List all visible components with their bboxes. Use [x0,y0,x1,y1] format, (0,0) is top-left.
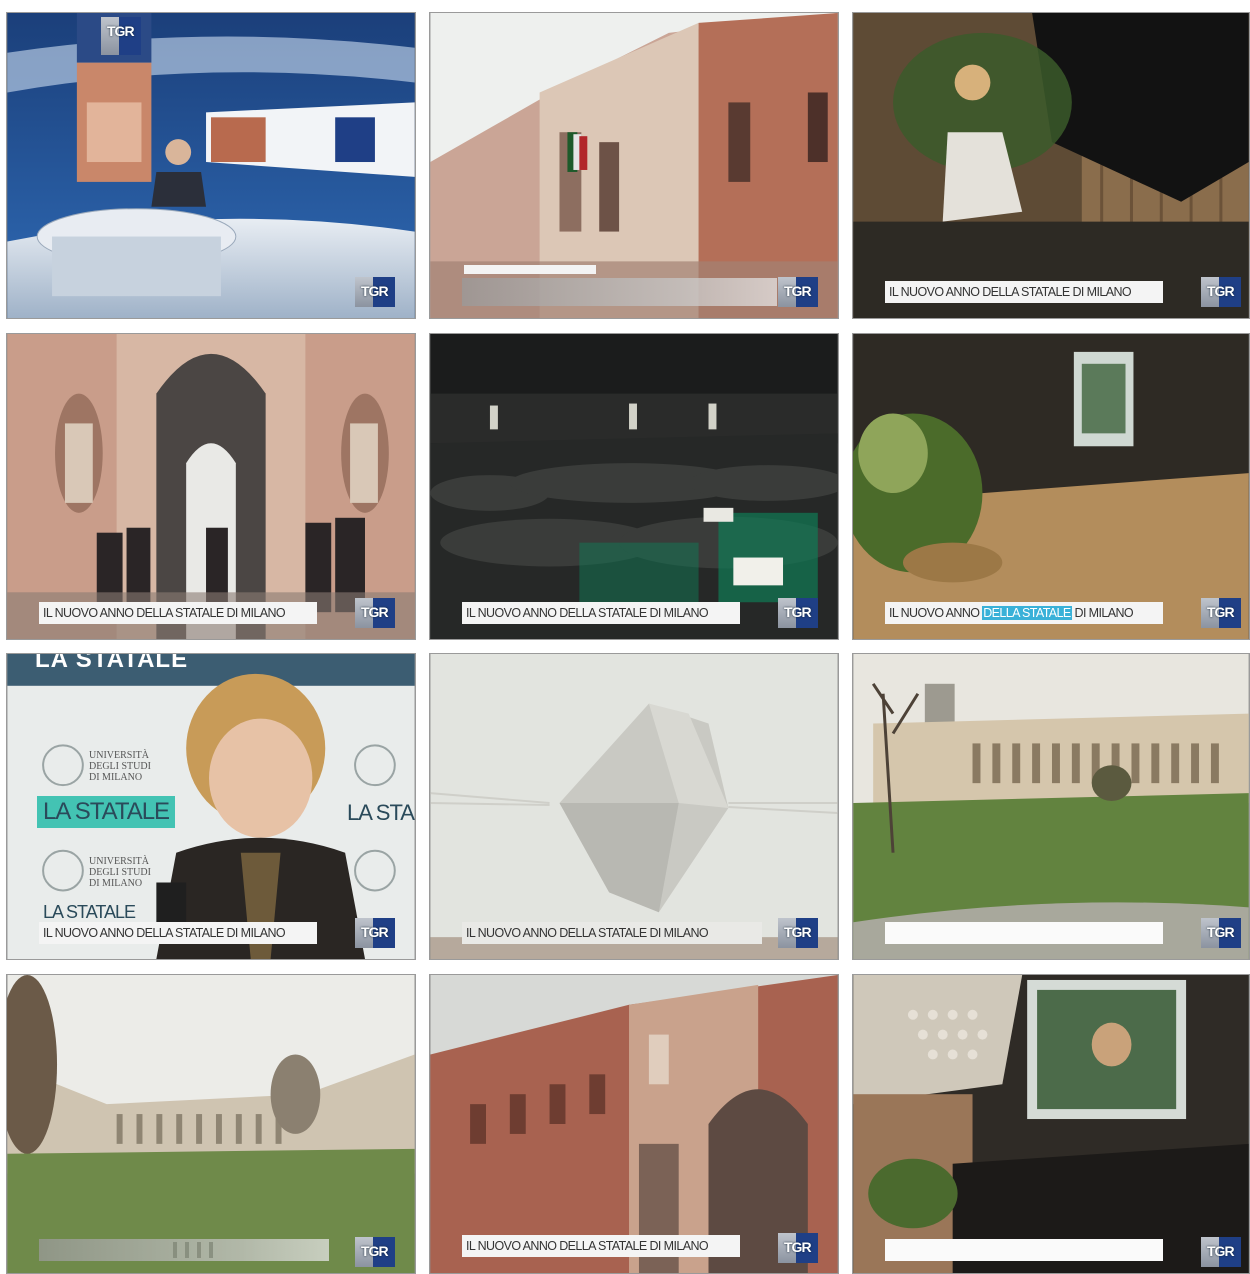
video-frame-12: TGR [852,974,1250,1274]
brick-facade-scene [430,975,838,1273]
university-name: UNIVERSITÀ DEGLI STUDI DI MILANO [89,856,151,889]
lower-third-caption-bar [885,1239,1163,1261]
video-frame-6: IL NUOVO ANNO DELLA STATALE DI MILANO TG… [852,333,1250,640]
video-frame-8: IL NUOVO ANNO DELLA STATALE DI MILANO TG… [429,653,839,960]
caption-text: IL NUOVO ANNO DELLA STATALE DI MILANO [889,285,1132,299]
video-frame-11: IL NUOVO ANNO DELLA STATALE DI MILANO TG… [429,974,839,1274]
caption-stripe [173,1242,177,1258]
lower-third-caption-bar: IL NUOVO ANNO DELLA STATALE DI MILANO [885,602,1163,624]
courtyard-lawn-scene [7,975,415,1273]
univ-line: DI MILANO [89,772,143,783]
tgr-logo-text: TGR [1207,1243,1235,1259]
lower-third-caption-bar: IL NUOVO ANNO DELLA STATALE DI MILANO [462,922,762,944]
paper-sculpture-scene [430,654,838,959]
caption-text: IL NUOVO ANNO DELLA STATALE DI MILANO [466,1239,709,1253]
auditorium-scene [430,334,838,639]
university-name: UNIVERSITÀ DEGLI STUDI DI MILANO [89,750,151,783]
tgr-logo-text: TGR [784,1239,812,1255]
lower-third-caption-bar: IL NUOVO ANNO DELLA STATALE DI MILANO [462,602,740,624]
tgr-logo-text: TGR [1207,604,1235,620]
univ-line: DEGLI STUDI [89,761,151,772]
univ-line: UNIVERSITÀ [89,750,149,761]
caption-text: IL NUOVO ANNO DELLA STATALE DI MILANO [466,606,709,620]
caption-text: IL NUOVO ANNO DELLA STATALE DI MILANO [466,926,709,940]
video-frame-9: TGR [852,653,1250,960]
univ-line: UNIVERSITÀ [89,856,149,867]
caption-highlight: DELLA STATALE [982,606,1072,620]
backdrop-top-text: LA STATALE [35,653,189,673]
caption-part: IL NUOVO ANNO [889,606,983,620]
stage-screen-scene [853,334,1249,639]
tgr-channel-bug: TGR [778,598,818,628]
video-frame-2: TGR [429,12,839,319]
tgr-channel-bug: TGR [1201,918,1241,948]
tgr-channel-bug: TGR [101,17,149,55]
tgr-channel-bug: TGR [355,598,395,628]
caption-stripe [197,1242,201,1258]
tgr-logo-text: TGR [784,924,812,940]
tgr-logo-text: TGR [361,924,389,940]
video-frame-7: LA STATALE UNIVERSITÀ DEGLI STUDI DI MIL… [6,653,416,960]
la-statale-brand-right: LA STA [347,800,415,825]
tgr-logo-text: TGR [1207,924,1235,940]
tgr-channel-bug: TGR [355,1237,395,1267]
pianist-scene [853,13,1249,318]
caption-text: IL NUOVO ANNO DELLA STATALE DI MILANO [43,606,286,620]
univ-line: DEGLI STUDI [89,867,151,878]
univ-line: DI MILANO [89,878,143,889]
tgr-logo-text: TGR [784,283,812,299]
courtyard-wide-scene [853,654,1249,959]
la-statale-brand: LA STATALE [37,796,176,828]
progress-line [464,265,596,274]
tgr-channel-bug: TGR [355,277,395,307]
news-studio-scene [7,13,415,318]
lower-third-caption-bar: IL NUOVO ANNO DELLA STATALE DI MILANO [885,281,1163,303]
lower-third-caption-bar: IL NUOVO ANNO DELLA STATALE DI MILANO [39,602,317,624]
tgr-channel-bug: TGR [1201,1237,1241,1267]
arcade-entrance-scene [7,334,415,639]
lower-third-caption-bar: IL NUOVO ANNO DELLA STATALE DI MILANO [39,922,317,944]
caption-text: IL NUOVO ANNO DELLA STATALE DI MILANO [43,926,286,940]
tgr-logo-text: TGR [361,1243,389,1259]
hall-projection-scene [853,975,1249,1273]
video-frame-5: IL NUOVO ANNO DELLA STATALE DI MILANO TG… [429,333,839,640]
tgr-channel-bug: TGR [1201,277,1241,307]
tgr-logo-text: TGR [361,604,389,620]
caption-stripe [209,1242,213,1258]
caption-stripe [185,1242,189,1258]
lower-third-caption-bar [885,922,1163,944]
lower-third-caption-bar [462,278,777,306]
video-frame-10: TGR [6,974,416,1274]
tgr-logo-text: TGR [107,23,135,39]
tgr-channel-bug: TGR [355,918,395,948]
tgr-logo-text: TGR [361,283,389,299]
video-frame-3: IL NUOVO ANNO DELLA STATALE DI MILANO TG… [852,12,1250,319]
caption-part: DI MILANO [1071,606,1134,620]
tgr-channel-bug: TGR [778,1233,818,1263]
lower-third-caption-bar: IL NUOVO ANNO DELLA STATALE DI MILANO [462,1235,740,1257]
tgr-channel-bug: TGR [1201,598,1241,628]
tgr-channel-bug: TGR [778,918,818,948]
tgr-logo-text: TGR [784,604,812,620]
tgr-channel-bug: TGR [778,277,818,307]
lower-third-caption-bar [39,1239,329,1261]
caption-text: IL NUOVO ANNO DELLA STATALE DI MILANO [889,606,1134,620]
video-frame-1: TGR TGR [6,12,416,319]
video-frame-4: IL NUOVO ANNO DELLA STATALE DI MILANO TG… [6,333,416,640]
tgr-logo-text: TGR [1207,283,1235,299]
backdrop-bottom-text: LA STATALE [43,902,136,922]
